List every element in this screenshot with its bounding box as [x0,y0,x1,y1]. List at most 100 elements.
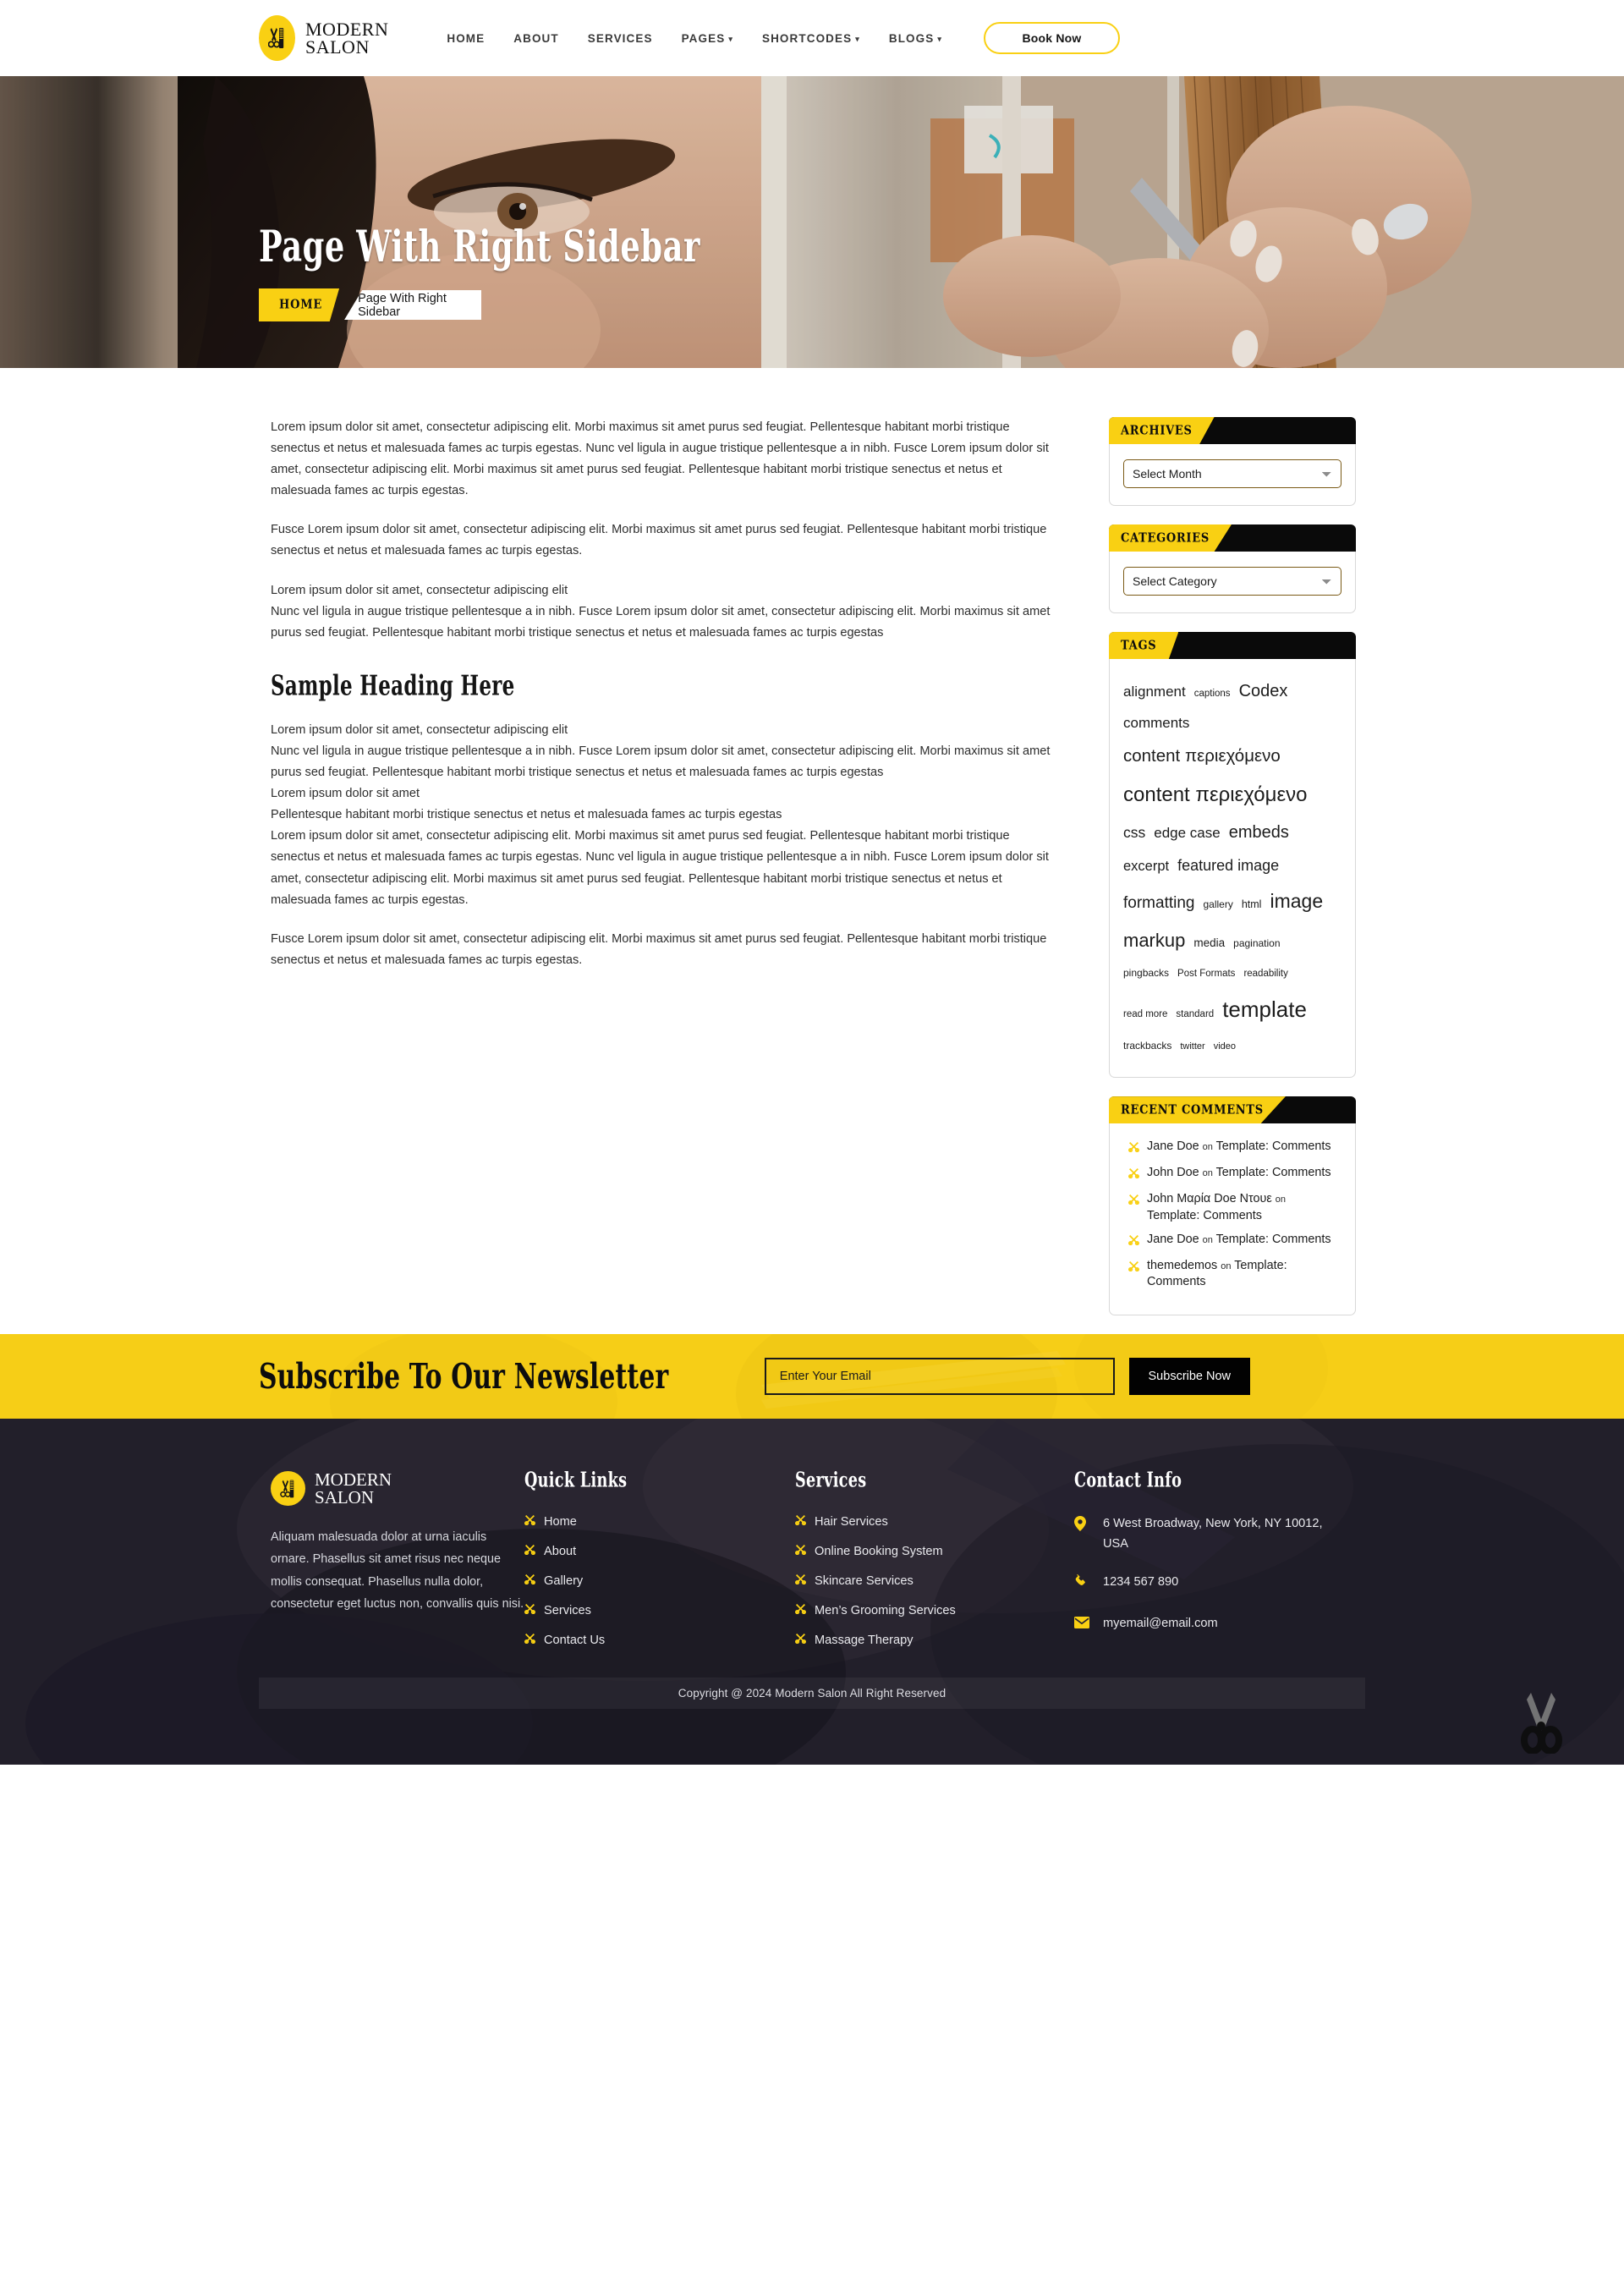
comment-post-link[interactable]: Template: Comments [1216,1140,1331,1153]
scissors-comb-icon [259,15,295,61]
footer-quick-links-list: Home About Gallery Services Contact Us [524,1514,795,1647]
footer-service-link-item: Skincare Services [795,1573,1074,1588]
tag-link[interactable]: read more [1123,1005,1167,1025]
categories-select[interactable]: Select Category [1123,567,1341,596]
footer-logo[interactable]: MODERN SALON [271,1471,524,1507]
footer-service-link-item: Massage Therapy [795,1633,1074,1647]
tag-link[interactable]: readability [1243,964,1287,985]
tag-link[interactable]: formatting [1123,887,1194,920]
footer-service-link-link[interactable]: Men’s Grooming Services [815,1604,956,1617]
widget-tags-body: alignment captions Codexcommentscontent πε… [1109,659,1356,1079]
tag-link[interactable]: Codex [1239,674,1288,709]
book-now-button[interactable]: Book Now [984,22,1120,54]
widget-tags-header: TAGS [1109,632,1356,659]
widget-archives-title: ARCHIVES [1121,423,1193,438]
tag-link[interactable]: image [1270,881,1323,921]
footer-contact-address: 6 West Broadway, New York, NY 10012, USA [1074,1514,1328,1554]
nav-item-home[interactable]: HOME [432,32,499,45]
recent-comment-text: Jane Doe on Template: Comments [1147,1232,1331,1248]
tag-link[interactable]: captions [1194,684,1231,705]
tag-link[interactable]: pingbacks [1123,963,1169,984]
footer-quick-link-link[interactable]: Services [544,1604,591,1617]
recent-comment-text: John Doe on Template: Comments [1147,1165,1331,1181]
widget-archives-body: Select Month [1109,444,1356,506]
footer-quick-link-link[interactable]: About [544,1545,576,1558]
comment-on-label: on [1275,1194,1287,1205]
footer-service-link-link[interactable]: Hair Services [815,1515,888,1529]
tag-link[interactable]: video [1214,1037,1236,1057]
site-logo[interactable]: MODERN SALON [259,15,388,61]
tag-link[interactable]: comments [1123,709,1189,739]
footer-services-list: Hair Services Online Booking System Skinca… [795,1514,1074,1647]
footer-phone-text[interactable]: 1234 567 890 [1103,1573,1178,1595]
nav-item-shortcodes[interactable]: SHORTCODES ▾ [748,32,875,45]
newsletter-email-input[interactable] [764,1358,1115,1396]
comment-post-link[interactable]: Template: Comments [1147,1209,1262,1222]
widget-archives: ARCHIVES Select Month [1109,417,1356,506]
widget-archives-title-tag: ARCHIVES [1109,417,1215,444]
tag-link[interactable]: content περιεχόμενο [1123,774,1308,815]
widget-categories-body: Select Category [1109,552,1356,613]
widget-archives-header: ARCHIVES [1109,417,1356,444]
footer-quick-link-link[interactable]: Gallery [544,1574,583,1588]
footer-contact-email: myemail@email.com [1074,1614,1328,1636]
scissors-bullet-icon [1128,1141,1140,1157]
tag-link[interactable]: css [1123,818,1145,848]
tag-link[interactable]: pagination [1233,933,1280,954]
footer-quick-link-link[interactable]: Home [544,1515,577,1529]
widget-categories-title: CATEGORIES [1121,530,1210,546]
site-footer: MODERN SALON Aliquam malesuada dolor at … [0,1419,1624,1766]
copyright-bar: Copyright @ 2024 Modern Salon All Right … [259,1678,1365,1710]
scissors-bullet-icon [1128,1194,1140,1210]
scissors-bullet-icon [524,1633,536,1647]
scissors-bullet-icon [524,1544,536,1558]
tag-link[interactable]: featured image [1177,850,1279,881]
tag-link[interactable]: html [1242,894,1262,916]
recent-comment-item: themedemos on Template: Comments [1128,1258,1341,1290]
footer-service-link-item: Online Booking System [795,1544,1074,1558]
tag-link[interactable]: Post Formats [1177,964,1235,985]
tag-link[interactable]: media [1193,931,1225,955]
comment-post-link[interactable]: Template: Comments [1216,1166,1331,1179]
tag-cloud: alignment captions Codexcommentscontent πε… [1123,674,1341,1060]
scissors-bullet-icon [795,1633,807,1647]
nav-item-pages[interactable]: PAGES ▾ [667,32,748,45]
recent-comment-item: John Μαρία Doe Ντουε on Template: Commen… [1128,1191,1341,1223]
footer-quick-link-link[interactable]: Contact Us [544,1634,605,1647]
footer-service-link-item: Men’s Grooming Services [795,1603,1074,1617]
tag-link[interactable]: alignment [1123,678,1186,707]
tag-link[interactable]: twitter [1180,1037,1204,1057]
footer-service-link-link[interactable]: Massage Therapy [815,1634,914,1647]
recent-comment-text: themedemos on Template: Comments [1147,1258,1341,1290]
tag-link[interactable]: markup [1123,921,1185,959]
comment-author: Jane Doe [1147,1140,1199,1154]
tag-link[interactable]: gallery [1203,894,1232,915]
tag-link[interactable]: excerpt [1123,853,1169,881]
tag-link[interactable]: edge case [1154,819,1220,848]
comment-on-label: on [1202,1234,1213,1245]
paragraph-3: Lorem ipsum dolor sit amet, consectetur … [271,580,1058,644]
scissors-bullet-icon [795,1573,807,1588]
tag-link[interactable]: embeds [1229,815,1289,850]
scissors-comb-icon [271,1471,305,1507]
sidebar: ARCHIVES Select Month CATEGORIES Select … [1109,417,1356,1334]
nav-item-blogs[interactable]: BLOGS ▾ [875,32,957,45]
tag-link[interactable]: standard [1176,1005,1214,1025]
subscribe-now-button[interactable]: Subscribe Now [1128,1358,1250,1396]
archives-select[interactable]: Select Month [1123,459,1341,488]
tag-link[interactable]: template [1222,987,1307,1032]
widget-categories-header: CATEGORIES [1109,524,1356,552]
nav-item-services[interactable]: SERVICES [573,32,667,45]
footer-service-link-link[interactable]: Skincare Services [815,1574,914,1588]
breadcrumb: HOME Page With Right Sidebar [259,288,481,322]
tag-link[interactable]: trackbacks [1123,1035,1171,1057]
breadcrumb-home-link[interactable]: HOME [259,288,340,322]
recent-comment-item: Jane Doe on Template: Comments [1128,1232,1341,1250]
nav-item-about[interactable]: ABOUT [499,32,573,45]
footer-service-link-link[interactable]: Online Booking System [815,1545,943,1558]
tag-link[interactable]: content περιεχόμενο [1123,739,1281,774]
recent-comments-list: Jane Doe on Template: Comments John Doe o… [1123,1139,1341,1290]
footer-email-text[interactable]: myemail@email.com [1103,1614,1218,1636]
comment-post-link[interactable]: Template: Comments [1216,1233,1331,1246]
chevron-down-icon: ▾ [728,34,733,43]
